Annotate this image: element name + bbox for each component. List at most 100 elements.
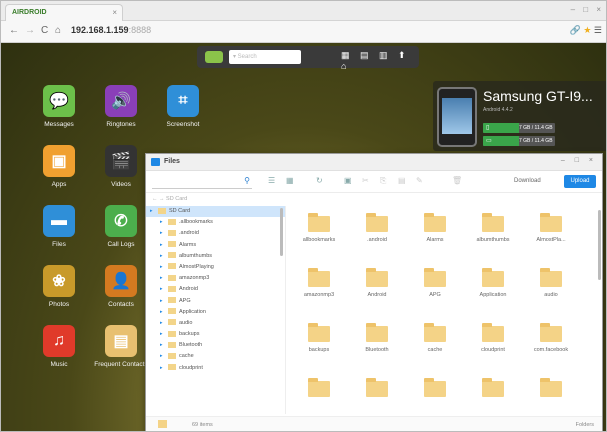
expand-arrow-icon[interactable]: ▸: [160, 251, 163, 262]
rename-icon[interactable]: ✎: [416, 176, 423, 185]
tree-item[interactable]: ▸ .allbookmarks: [146, 217, 285, 228]
grid-scrollbar[interactable]: [598, 210, 601, 280]
expand-arrow-icon[interactable]: ▸: [160, 217, 163, 228]
folder-item[interactable]: [348, 378, 406, 402]
expand-arrow-icon[interactable]: ▸: [160, 296, 163, 307]
expand-arrow-icon[interactable]: ▸: [160, 262, 163, 273]
back-icon[interactable]: ←: [9, 25, 19, 36]
app-call-logs[interactable]: ✆ Call Logs: [93, 205, 149, 248]
expand-arrow-icon[interactable]: ▸: [160, 284, 163, 295]
folder-icon: [366, 323, 388, 342]
android-icon[interactable]: [205, 51, 223, 63]
tree-item[interactable]: ▸ cache: [146, 351, 285, 362]
app-files[interactable]: ▬ Files: [31, 205, 87, 248]
folder-item[interactable]: albumthumbs: [464, 213, 522, 243]
folder-item[interactable]: com.facebook: [522, 323, 580, 353]
app-videos[interactable]: 🎬 Videos: [93, 145, 149, 188]
expand-arrow-icon[interactable]: ▸: [160, 329, 163, 340]
search-icon[interactable]: ⚲: [244, 176, 250, 185]
tree-item[interactable]: ▸ albumthumbs: [146, 251, 285, 262]
expand-arrow-icon[interactable]: ▸: [160, 340, 163, 351]
tree-item[interactable]: ▸ Bluetooth: [146, 340, 285, 351]
expand-arrow-icon[interactable]: ▸: [160, 307, 163, 318]
tab-close-icon[interactable]: ×: [112, 8, 117, 17]
url-field[interactable]: 192.168.1.159:8888: [71, 25, 151, 35]
tree-item[interactable]: ▸ AlmostPlaying: [146, 262, 285, 273]
files-search-input[interactable]: ⚲: [152, 176, 252, 189]
delete-icon[interactable]: 🗑: [452, 176, 462, 185]
app-apps[interactable]: ▣ Apps: [31, 145, 87, 188]
folder-item[interactable]: [464, 378, 522, 402]
tree-item[interactable]: ▸ cloudprint: [146, 363, 285, 374]
folder-item[interactable]: AlmostPla...: [522, 213, 580, 243]
folder-item[interactable]: Application: [464, 268, 522, 298]
app-ringtones[interactable]: 🔊 Ringtones: [93, 85, 149, 128]
app-contacts[interactable]: 👤 Contacts: [93, 265, 149, 308]
folder-item[interactable]: Alarms: [406, 213, 464, 243]
folder-icon: [168, 263, 176, 270]
folder-item[interactable]: amazonmp3: [290, 268, 348, 298]
refresh-icon[interactable]: ↻: [316, 176, 323, 185]
tree-item[interactable]: ▸ SD Card: [146, 206, 285, 218]
app-label: Videos: [111, 181, 131, 188]
home-icon[interactable]: ⌂: [55, 25, 61, 36]
folder-item[interactable]: Bluetooth: [348, 323, 406, 353]
folder-item[interactable]: .android: [348, 213, 406, 243]
folder-item[interactable]: [406, 378, 464, 402]
toolbar-icons[interactable]: ▦ ▤ ▥ ⬆ ⌂: [341, 50, 419, 71]
tree-scrollbar[interactable]: [280, 208, 283, 256]
folder-item[interactable]: allbookmarks: [290, 213, 348, 243]
expand-arrow-icon[interactable]: ▸: [160, 318, 163, 329]
files-folder-icon: [151, 158, 160, 166]
app-photos[interactable]: ❀ Photos: [31, 265, 87, 308]
folder-name: cache: [427, 347, 443, 353]
expand-arrow-icon[interactable]: ▸: [150, 206, 153, 217]
tree-item[interactable]: ▸ Android: [146, 284, 285, 295]
upload-button[interactable]: Upload: [564, 175, 596, 188]
folder-item[interactable]: audio: [522, 268, 580, 298]
app-messages[interactable]: 💬 Messages: [31, 85, 87, 128]
paste-icon[interactable]: ▤: [398, 176, 406, 185]
folder-item[interactable]: APG: [406, 268, 464, 298]
url-host: 192.168.1.159: [71, 25, 129, 35]
tree-item[interactable]: ▸ APG: [146, 296, 285, 307]
folder-item[interactable]: [290, 378, 348, 402]
folder-icon: [366, 213, 388, 232]
folder-item[interactable]: [522, 378, 580, 402]
new-folder-icon[interactable]: ▣: [344, 176, 352, 185]
cut-icon[interactable]: ✂: [362, 176, 369, 185]
expand-arrow-icon[interactable]: ▸: [160, 351, 163, 362]
tree-item[interactable]: ▸ Application: [146, 307, 285, 318]
tree-item[interactable]: ▸ Alarms: [146, 240, 285, 251]
list-view-icon[interactable]: ☰: [268, 176, 275, 185]
app-frequent-contacts[interactable]: ▤ Frequent Contacts: [93, 325, 149, 368]
forward-icon[interactable]: →: [25, 25, 35, 36]
breadcrumb[interactable]: ← → SD Card: [146, 193, 602, 205]
reload-icon[interactable]: C: [41, 25, 48, 36]
folder-icon: [424, 323, 446, 342]
window-controls[interactable]: – □ ×: [571, 5, 604, 14]
expand-arrow-icon[interactable]: ▸: [160, 228, 163, 239]
copy-icon[interactable]: ⎘: [380, 176, 386, 186]
tree-item[interactable]: ▸ amazonmp3: [146, 273, 285, 284]
download-button[interactable]: Download: [514, 178, 541, 184]
folder-item[interactable]: backups: [290, 323, 348, 353]
tree-item[interactable]: ▸ backups: [146, 329, 285, 340]
folder-icon: [482, 213, 504, 232]
grid-view-icon[interactable]: ▦: [286, 176, 294, 185]
files-window-controls[interactable]: – □ ×: [561, 157, 597, 164]
tree-item[interactable]: ▸ audio: [146, 318, 285, 329]
extension-icons[interactable]: 🔗 ★ ☰: [570, 25, 602, 36]
expand-arrow-icon[interactable]: ▸: [160, 240, 163, 251]
expand-arrow-icon[interactable]: ▸: [160, 273, 163, 284]
app-screenshot[interactable]: ⌗ Screenshot: [155, 85, 211, 128]
tab-airdroid[interactable]: AIRDROID ×: [5, 4, 123, 21]
expand-arrow-icon[interactable]: ▸: [160, 363, 163, 374]
tree-item[interactable]: ▸ .android: [146, 228, 285, 239]
app-music[interactable]: ♫ Music: [31, 325, 87, 368]
folder-item[interactable]: cloudprint: [464, 323, 522, 353]
folder-name: amazonmp3: [303, 292, 335, 298]
folder-item[interactable]: cache: [406, 323, 464, 353]
folder-item[interactable]: Android: [348, 268, 406, 298]
toolbar-search-input[interactable]: ▾ Search: [229, 50, 301, 64]
